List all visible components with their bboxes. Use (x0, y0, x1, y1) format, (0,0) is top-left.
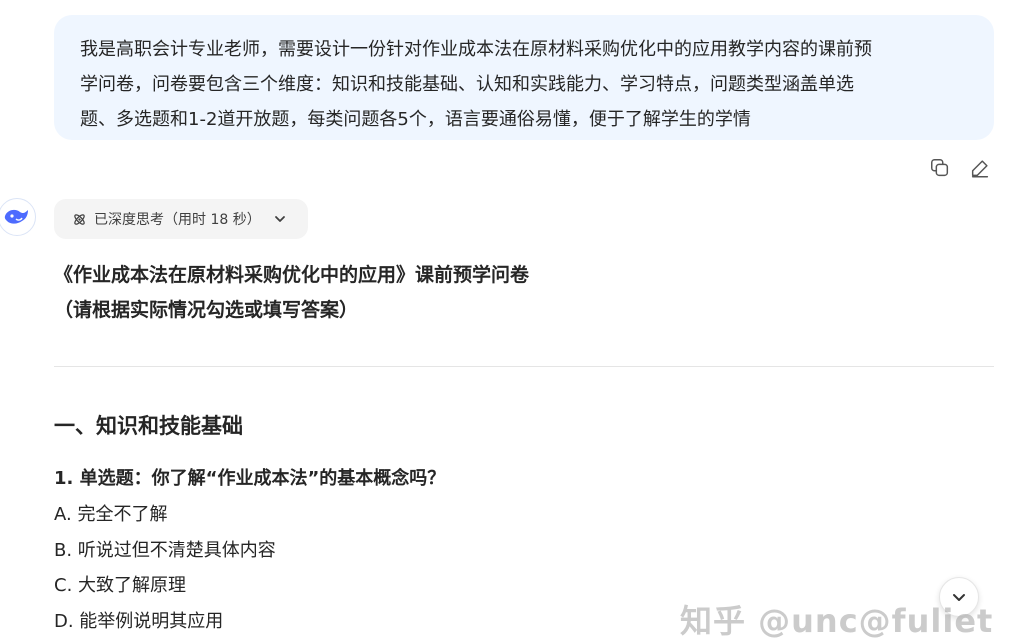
option-item: A. 完全不了解 (54, 504, 168, 525)
section-heading: 一、知识和技能基础 (54, 414, 243, 438)
document-subtitle: （请根据实际情况勾选或填写答案） (54, 299, 359, 321)
edit-icon (971, 160, 989, 178)
deep-thinking-toggle[interactable]: 已深度思考（用时 18 秒） (54, 199, 308, 239)
user-message-line: 学问卷，问卷要包含三个维度：知识和技能基础、认知和实践能力、学习特点，问题类型涵… (80, 74, 854, 95)
user-message-bubble: 我是高职会计专业老师，需要设计一份针对作业成本法在原材料采购优化中的应用教学内容… (54, 15, 994, 140)
edit-button[interactable] (967, 155, 993, 181)
watermark: 知乎 @unc@fuliet (680, 602, 994, 640)
question-title: 1. 单选题：你了解“作业成本法”的基本概念吗？ (54, 468, 446, 489)
divider (54, 366, 994, 367)
option-item: D. 能举例说明其应用 (54, 610, 224, 632)
copy-icon (931, 159, 949, 177)
copy-button[interactable] (927, 155, 953, 181)
option-item: B. 听说过但不清楚具体内容 (54, 539, 276, 561)
atom-icon (74, 213, 85, 225)
thinking-label: 已深度思考（用时 18 秒） (94, 212, 261, 228)
option-list: A. 完全不了解 B. 听说过但不清楚具体内容 C. 大致了解原理 D. 能举例… (54, 497, 276, 639)
document-title-block: 《作业成本法在原材料采购优化中的应用》课前预学问卷 （请根据实际情况勾选或填写答… (54, 258, 529, 328)
deepseek-whale-icon (4, 209, 28, 224)
option-item: C. 大致了解原理 (54, 575, 187, 596)
user-message-line: 题、多选题和1-2道开放题，每类问题各5个，语言要通俗易懂，便于了解学生的学情 (80, 109, 751, 130)
message-actions (927, 155, 997, 181)
user-message-line: 我是高职会计专业老师，需要设计一份针对作业成本法在原材料采购优化中的应用教学内容… (80, 39, 872, 60)
chevron-down-icon (274, 216, 285, 222)
assistant-avatar (0, 198, 36, 236)
document-title: 《作业成本法在原材料采购优化中的应用》课前预学问卷 (54, 264, 530, 286)
